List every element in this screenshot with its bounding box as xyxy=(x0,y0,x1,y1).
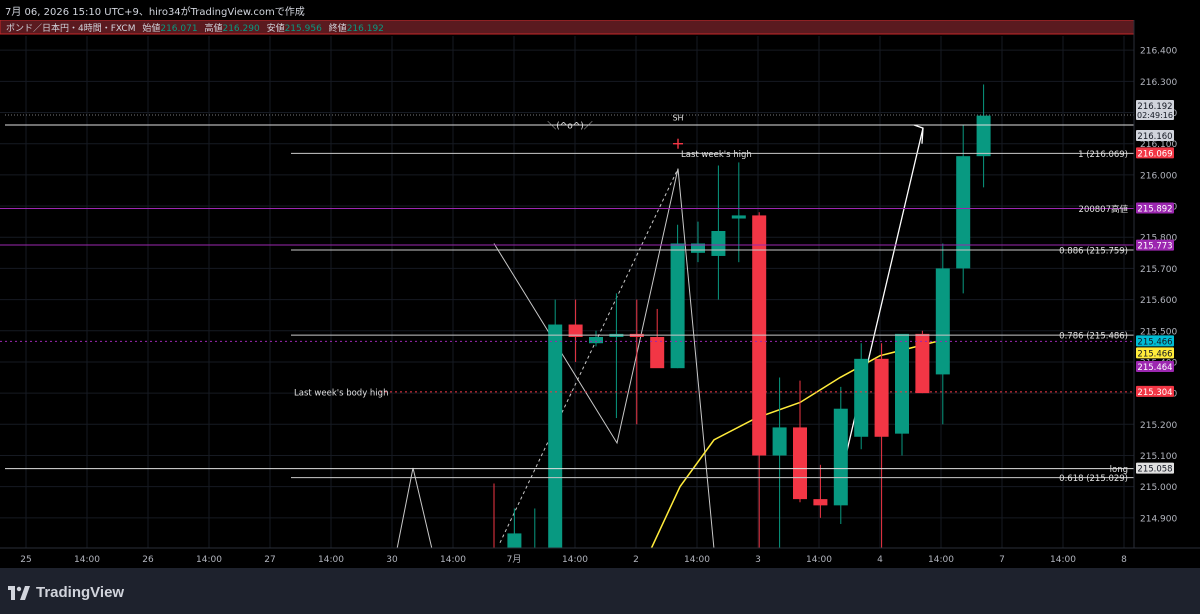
legend-symbol: ポンド／日本円・4時間・FXCM xyxy=(6,22,135,34)
price-tick-label: 216.400 xyxy=(1140,47,1177,57)
footer-bar: TradingView xyxy=(0,568,1200,614)
time-tick-label: 14:00 xyxy=(1050,555,1076,565)
tradingview-logo-icon xyxy=(8,585,30,600)
time-tick-label: 25 xyxy=(20,555,31,565)
price-tag-text: 216.160 xyxy=(1137,132,1172,142)
price-chart[interactable]: ポンド／日本円・4時間・FXCM 始値216.071 高値216.290 安値2… xyxy=(0,20,1200,568)
last-week-high-label: Last week's high xyxy=(681,150,752,160)
brand-name: TradingView xyxy=(36,584,125,601)
candle-body xyxy=(711,231,726,256)
candle-body xyxy=(772,427,787,456)
price-tick-label: 215.000 xyxy=(1140,483,1177,493)
price-tag-text: 215.773 xyxy=(1137,242,1172,252)
price-tick-label: 215.700 xyxy=(1140,265,1177,275)
candle-body xyxy=(670,243,685,369)
price-tag-text: 215.466 xyxy=(1137,337,1172,347)
candle-body xyxy=(793,427,807,500)
candle-body xyxy=(507,533,522,549)
legend-open: 216.071 xyxy=(160,24,197,34)
time-tick-label: 14:00 xyxy=(928,555,954,565)
hline-label: 0.886 (215.759) xyxy=(1059,247,1128,257)
time-tick-label: 14:00 xyxy=(806,555,832,565)
face-emoticon: ＼(^o^)／ xyxy=(547,121,593,132)
candle-body xyxy=(589,337,603,344)
time-tick-label: 7月 xyxy=(507,554,522,565)
time-tick-label: 27 xyxy=(264,555,275,565)
price-tick-label: 216.000 xyxy=(1140,171,1177,181)
candle-body xyxy=(935,268,950,375)
price-tick-label: 215.100 xyxy=(1140,452,1177,462)
candle-body xyxy=(813,499,828,506)
price-tick-label: 215.600 xyxy=(1140,296,1177,306)
candle-body xyxy=(956,156,971,269)
hline-label: 0.786 (215.486) xyxy=(1059,332,1128,342)
candle-body xyxy=(976,115,991,157)
candle-body xyxy=(915,333,930,394)
candle-body xyxy=(548,324,563,549)
last-week-body-high-label: Last week's body high xyxy=(294,388,388,398)
price-tick-label: 216.300 xyxy=(1140,78,1177,88)
time-tick-label: 14:00 xyxy=(440,555,466,565)
legend-low-label: 安値 xyxy=(267,22,285,34)
legend-close-label: 終値 xyxy=(329,22,347,34)
time-tick-label: 30 xyxy=(386,555,398,565)
candle-body xyxy=(650,337,665,369)
price-tick-label: 215.200 xyxy=(1140,421,1177,431)
candle-body xyxy=(854,358,869,437)
chart-drawings xyxy=(396,124,943,550)
time-tick-label: 14:00 xyxy=(684,555,710,565)
time-tick-label: 14:00 xyxy=(74,555,100,565)
price-tick-label: 214.900 xyxy=(1140,514,1177,524)
legend-open-label: 始値 xyxy=(142,22,160,34)
sh-label: SH xyxy=(672,113,683,122)
time-tick-label: 3 xyxy=(755,555,761,565)
time-tick-label: 4 xyxy=(877,555,883,565)
time-tick-label: 26 xyxy=(142,555,154,565)
legend-close: 216.192 xyxy=(347,24,384,34)
price-tag-text: 215.304 xyxy=(1137,388,1172,398)
time-tick-label: 2 xyxy=(633,555,639,565)
price-tag-text: 216.069 xyxy=(1137,149,1172,159)
chart-grid xyxy=(0,36,1134,550)
candle-body xyxy=(833,408,848,506)
candle-body xyxy=(874,358,889,437)
price-tag-countdown: 02:49:16 xyxy=(1137,111,1173,120)
time-axis-bg xyxy=(0,548,1200,568)
time-tick-label: 7 xyxy=(999,555,1005,565)
price-tag-text: 215.892 xyxy=(1137,205,1172,215)
time-tick-label: 14:00 xyxy=(318,555,344,565)
legend-high-label: 高値 xyxy=(204,22,222,34)
price-tag-text: 215.058 xyxy=(1137,465,1172,475)
legend-low: 215.956 xyxy=(285,24,322,34)
price-axis[interactable]: 216.400216.300216.200216.100216.000215.9… xyxy=(1133,20,1200,548)
price-tag-text: 215.464 xyxy=(1137,363,1172,373)
time-axis[interactable]: 25 14:00 26 14:00 27 14:00 30 14:00 7月 14:00 2 14:0… xyxy=(0,547,1200,568)
time-tick-label: 14:00 xyxy=(562,555,588,565)
time-tick-label: 8 xyxy=(1121,555,1127,565)
hline-label: 200807高値 xyxy=(1079,204,1129,215)
price-tag-text: 215.466 xyxy=(1137,349,1172,359)
candle-body xyxy=(731,215,746,219)
candle-body xyxy=(895,333,909,434)
tradingview-logo[interactable]: TradingView xyxy=(8,584,124,601)
legend-high: 216.290 xyxy=(222,24,259,34)
screenshot-caption-bar: 7月 06, 2026 15:10 UTC+9、hiro34がTradingVi… xyxy=(0,0,1200,20)
hline-label: 1 (216.069) xyxy=(1078,150,1128,160)
screenshot-caption: 7月 06, 2026 15:10 UTC+9、hiro34がTradingVi… xyxy=(5,7,305,18)
time-tick-label: 14:00 xyxy=(196,555,222,565)
zigzag-left xyxy=(396,467,433,550)
hline-label: 0.618 (215.029) xyxy=(1059,474,1128,484)
